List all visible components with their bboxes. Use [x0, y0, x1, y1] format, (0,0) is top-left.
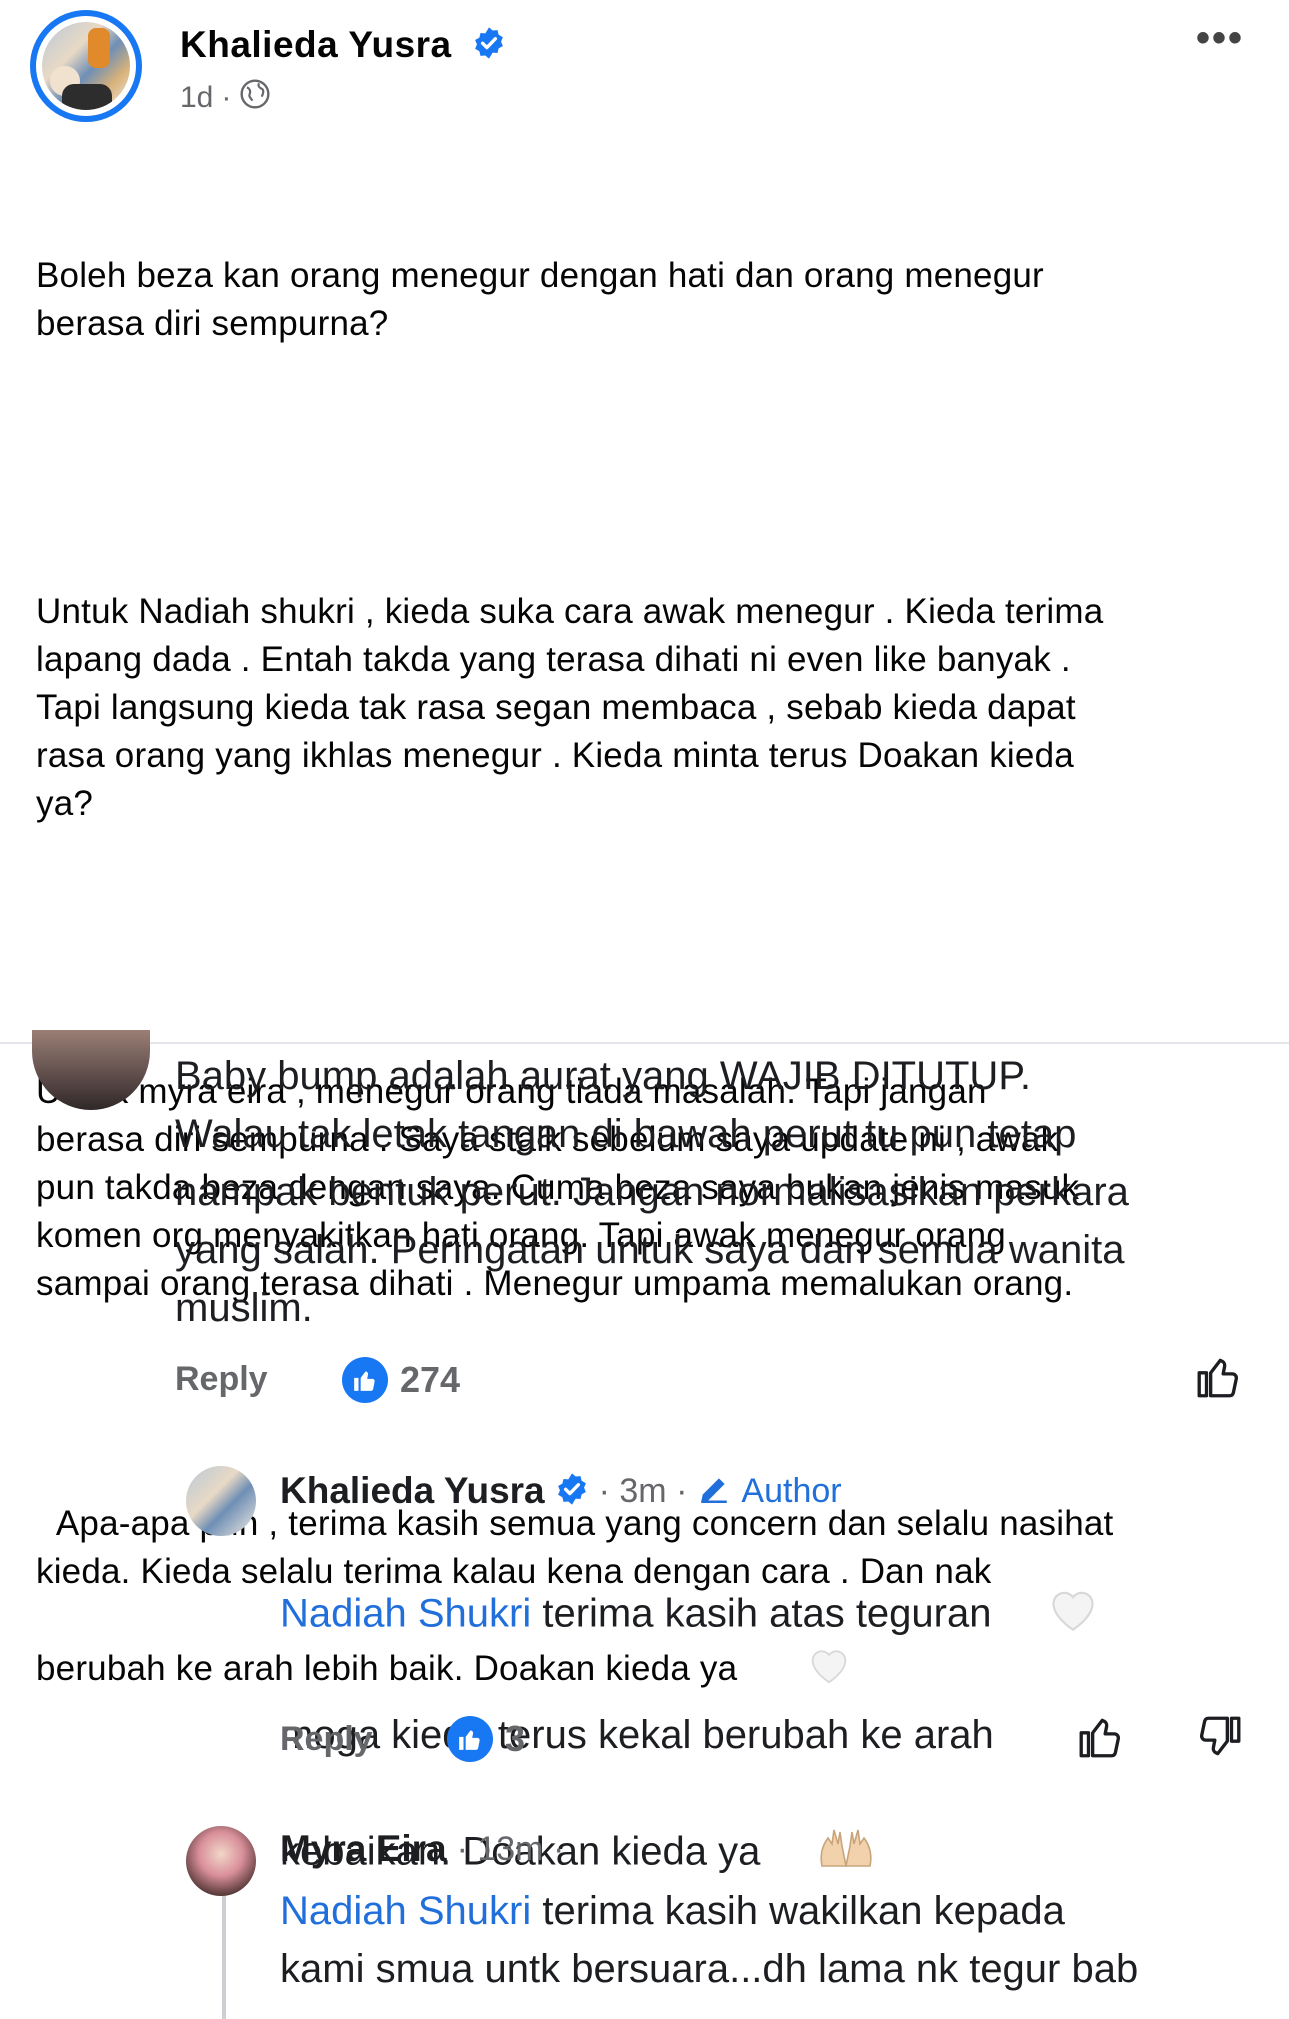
reply-text-line: kami smua untk bersuara...dh lama nk teg…	[280, 1947, 1139, 1991]
meta-separator: ·	[221, 81, 232, 114]
reply-header: Khalieda Yusra · 3m · Author	[280, 1470, 842, 1512]
author-badge: Author	[741, 1471, 842, 1510]
reply-text-line: terima kasih wakilkan kepada	[531, 1889, 1065, 1933]
reply-time[interactable]: · 3m ·	[599, 1472, 688, 1511]
post-paragraph: Untuk Nadiah shukri , kieda suka cara aw…	[36, 592, 1104, 823]
post-author-name[interactable]: Khalieda Yusra	[180, 24, 506, 69]
author-avatar[interactable]	[30, 10, 142, 122]
reply-author-name[interactable]: Myra Eira	[280, 1828, 447, 1870]
like-count[interactable]: 3	[505, 1718, 525, 1760]
comment-text: Baby bump adalah aurat yang WAJIB DITUTU…	[175, 1054, 1129, 1330]
reply-text: Nadiah Shukri terima kasih wakilkan kepa…	[280, 1882, 1260, 1998]
dislike-button-icon[interactable]	[1194, 1712, 1244, 1767]
reply-button[interactable]: Reply	[175, 1360, 268, 1399]
mention-link[interactable]: Nadiah Shukri	[280, 1592, 531, 1636]
verified-badge-icon	[555, 1472, 589, 1511]
reply-author-avatar[interactable]	[186, 1466, 256, 1536]
white-heart-icon	[1003, 1526, 1099, 1706]
post-time[interactable]: 1d	[180, 81, 213, 115]
divider	[0, 1042, 1289, 1044]
reply-time[interactable]: · 13m ·	[457, 1830, 565, 1869]
more-options-icon[interactable]: •••	[1196, 18, 1244, 58]
avatar-image	[42, 22, 130, 110]
reply-author-avatar[interactable]	[186, 1826, 256, 1896]
like-button-icon[interactable]	[1194, 1352, 1244, 1407]
reply-text-line: terima kasih atas teguran	[531, 1591, 1003, 1636]
reply-header: Myra Eira · 13m ·	[280, 1828, 564, 1870]
like-button-icon[interactable]	[1076, 1712, 1126, 1767]
post-author-label[interactable]: Khalieda Yusra	[180, 24, 452, 65]
reply-author-name[interactable]: Khalieda Yusra	[280, 1470, 545, 1512]
like-reaction-icon	[342, 1357, 388, 1403]
like-count[interactable]: 274	[400, 1359, 460, 1401]
mention-link[interactable]: Nadiah Shukri	[280, 1889, 531, 1933]
reply-text-line: Nadiah Shukri terima kasih wakilkan kepa…	[280, 1882, 1260, 1940]
post-meta: 1d ·	[180, 78, 271, 118]
pencil-icon	[697, 1472, 731, 1511]
reply-button[interactable]: Reply	[280, 1720, 373, 1759]
globe-icon	[239, 78, 271, 118]
verified-badge-icon	[472, 26, 506, 69]
post-paragraph: Boleh beza kan orang menegur dengan hati…	[36, 256, 1044, 343]
like-reaction-icon	[447, 1716, 493, 1762]
